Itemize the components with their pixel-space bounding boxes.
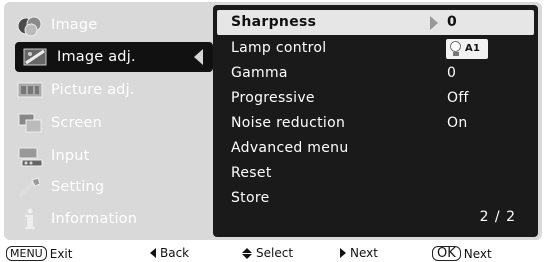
menu-item-image-adj[interactable]: Image adj. bbox=[15, 42, 225, 72]
menu-item-setting[interactable]: Setting bbox=[9, 172, 205, 202]
help-select-label: Select bbox=[256, 246, 294, 260]
setting-label: Lamp control bbox=[231, 40, 327, 56]
setting-value: Off bbox=[447, 90, 469, 106]
help-exit-label: Exit bbox=[49, 246, 73, 261]
page-indicator: 2 / 2 bbox=[479, 209, 516, 225]
ok-key-icon: OK bbox=[432, 246, 461, 261]
lamp-icon: A1 bbox=[446, 39, 488, 59]
right-arrow-icon bbox=[340, 248, 346, 258]
help-back: Back bbox=[150, 246, 189, 260]
menu-item-information[interactable]: Information bbox=[9, 204, 205, 234]
menu-item-picture-adj-label: Picture adj. bbox=[51, 82, 135, 98]
help-next: Next bbox=[340, 246, 378, 260]
setting-row-lamp-control[interactable]: Lamp control A1 bbox=[217, 36, 534, 61]
help-next-label: Next bbox=[350, 246, 378, 260]
menu-key-icon: MENU bbox=[6, 246, 47, 261]
help-ok-next: OK Next bbox=[432, 246, 492, 261]
setting-label: Gamma bbox=[231, 65, 288, 81]
help-select: Select bbox=[242, 246, 293, 260]
left-arrow-icon bbox=[150, 248, 156, 258]
main-menu: Image Image adj. Picture adj. Screen Inp… bbox=[9, 4, 225, 236]
information-icon bbox=[15, 206, 45, 232]
image-adj-panel: Sharpness 0 Lamp control A1 Gamma 0 Prog… bbox=[213, 5, 538, 237]
help-ok-next-label: Next bbox=[463, 246, 492, 261]
setting-value: 0 bbox=[447, 65, 457, 81]
menu-item-input[interactable]: Input bbox=[9, 141, 205, 171]
setting-label: Advanced menu bbox=[231, 140, 349, 156]
picture-adj-icon bbox=[15, 77, 45, 103]
menu-item-information-label: Information bbox=[51, 211, 138, 227]
setting-label: Reset bbox=[231, 165, 272, 181]
menu-item-setting-label: Setting bbox=[51, 179, 105, 195]
image-icon bbox=[15, 12, 45, 38]
submenu-arrow-icon bbox=[194, 49, 203, 65]
help-back-label: Back bbox=[160, 246, 190, 260]
menu-item-screen-label: Screen bbox=[51, 115, 103, 131]
adjust-arrow-icon bbox=[430, 16, 438, 30]
menu-item-image-adj-label: Image adj. bbox=[57, 49, 136, 65]
setting-row-noise-reduction[interactable]: Noise reduction On bbox=[217, 111, 534, 136]
setting-row-reset[interactable]: Reset bbox=[217, 161, 534, 186]
setting-label: Sharpness bbox=[231, 14, 317, 30]
setting-label: Progressive bbox=[231, 90, 315, 106]
setting-row-progressive[interactable]: Progressive Off bbox=[217, 86, 534, 111]
setting-value: On bbox=[447, 115, 468, 131]
up-down-arrow-icon bbox=[242, 247, 252, 259]
menu-item-image[interactable]: Image bbox=[9, 10, 205, 40]
setting-row-store[interactable]: Store bbox=[217, 186, 534, 211]
menu-item-screen[interactable]: Screen bbox=[9, 108, 205, 138]
help-bar: MENU Exit Back Select Next OK Next bbox=[0, 244, 546, 262]
setting-row-gamma[interactable]: Gamma 0 bbox=[217, 61, 534, 86]
setting-row-advanced-menu[interactable]: Advanced menu bbox=[217, 136, 534, 161]
screen-icon bbox=[15, 110, 45, 136]
help-exit: MENU Exit bbox=[6, 246, 72, 261]
setting-value: 0 bbox=[447, 14, 458, 30]
menu-item-picture-adj[interactable]: Picture adj. bbox=[9, 75, 205, 105]
setting-icon bbox=[15, 174, 45, 200]
menu-item-input-label: Input bbox=[51, 148, 90, 164]
setting-value: A1 bbox=[465, 43, 481, 54]
input-icon bbox=[15, 143, 45, 169]
setting-row-sharpness[interactable]: Sharpness 0 bbox=[217, 10, 534, 35]
image-adj-icon bbox=[21, 44, 51, 70]
setting-label: Store bbox=[231, 190, 270, 206]
menu-item-image-label: Image bbox=[51, 17, 98, 33]
setting-label: Noise reduction bbox=[231, 115, 346, 131]
